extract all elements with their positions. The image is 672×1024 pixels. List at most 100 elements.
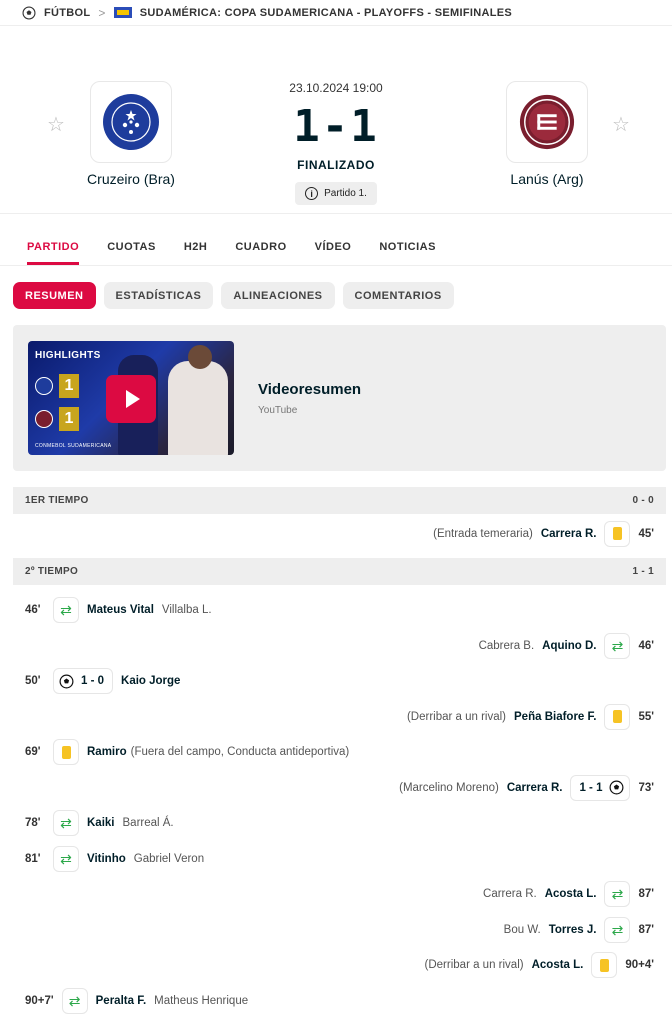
- home-team-logo[interactable]: [90, 81, 172, 163]
- incident-player[interactable]: Torres J.: [549, 924, 597, 936]
- second-half-label: 2º TIEMPO: [25, 565, 79, 577]
- incident-player[interactable]: Carrera R.: [541, 528, 597, 540]
- incident-row: 90+7' ⇄ Peralta F. Matheus Henrique: [0, 983, 672, 1019]
- second-half-score: 1 - 1: [632, 565, 654, 577]
- favorite-away-star-icon[interactable]: ☆: [612, 112, 630, 137]
- match-header: ☆ Cruzeiro (Bra) 23.10.2024 19:00 1-1 FI…: [0, 26, 672, 214]
- incident-player[interactable]: Aquino D.: [542, 640, 596, 652]
- substitution-icon: ⇄: [604, 916, 631, 943]
- info-icon: i: [305, 187, 319, 200]
- incident-secondary-player[interactable]: Cabrera B.: [479, 640, 535, 652]
- incident-detail: (Marcelino Moreno): [399, 781, 499, 794]
- incident-minute: 46': [25, 604, 41, 617]
- video-thumbnail[interactable]: HIGHLIGHTS 1 1 CONMEBOL SUDAMERICANA: [28, 341, 234, 455]
- incident-secondary-player[interactable]: Carrera R.: [483, 888, 537, 900]
- chevron-right-icon: >: [98, 5, 106, 20]
- breadcrumb-sport[interactable]: FÚTBOL: [44, 7, 90, 19]
- incident-row: Cabrera B. Aquino D. ⇄ 46': [0, 628, 672, 664]
- incident-row: (Entrada temeraria) Carrera R. 45': [0, 516, 672, 552]
- incident-player[interactable]: Ramiro: [87, 746, 127, 758]
- incident-player[interactable]: Acosta L.: [532, 959, 584, 971]
- incident-row: 46' ⇄ Mateus Vital Villalba L.: [0, 593, 672, 629]
- lanus-crest-icon: [519, 94, 575, 150]
- incident-minute: 73': [638, 781, 654, 794]
- incident-player[interactable]: Peralta F.: [96, 995, 147, 1007]
- incident-secondary-player[interactable]: Villalba L.: [162, 604, 212, 616]
- thumbnail-home-row: 1: [35, 374, 85, 398]
- first-half-score: 0 - 0: [632, 495, 654, 506]
- incident-minute: 45': [638, 527, 654, 540]
- soccer-ball-icon: [22, 5, 36, 20]
- video-title[interactable]: Videoresumen: [258, 381, 361, 398]
- substitution-icon: ⇄: [53, 597, 79, 624]
- soccer-ball-icon: [609, 780, 624, 795]
- incident-minute: 87': [638, 923, 654, 936]
- incident-player[interactable]: Mateus Vital: [87, 604, 154, 616]
- soccer-ball-icon: [59, 674, 74, 689]
- yellow-card-icon: [604, 520, 631, 547]
- incident-minute: 90+7': [25, 994, 54, 1007]
- match-info-chip[interactable]: i Partido 1.: [295, 182, 377, 205]
- incident-minute: 81': [25, 852, 41, 865]
- home-team-name[interactable]: Cruzeiro (Bra): [56, 171, 206, 187]
- first-half-label: 1ER TIEMPO: [25, 495, 89, 506]
- incident-detail: (Derribar a un rival): [406, 710, 507, 723]
- video-source: YouTube: [258, 405, 298, 416]
- subtab-resumen[interactable]: RESUMEN: [13, 282, 96, 309]
- incident-player[interactable]: Carrera R.: [507, 782, 563, 794]
- incident-detail: (Fuera del campo, Conducta antideportiva…: [130, 746, 350, 759]
- tab-noticias[interactable]: NOTICIAS: [379, 226, 436, 265]
- incident-minute: 55': [638, 710, 654, 723]
- incident-secondary-player[interactable]: Bou W.: [504, 924, 541, 936]
- substitution-icon: ⇄: [61, 987, 88, 1014]
- second-half-header: 2º TIEMPO 1 - 1: [13, 557, 666, 585]
- away-team-logo[interactable]: [506, 81, 588, 163]
- thumbnail-away-score: 1: [59, 407, 79, 431]
- cruzeiro-crest-icon: [103, 94, 159, 150]
- tab-h2h[interactable]: H2H: [184, 226, 208, 265]
- thumbnail-away-row: 1: [35, 407, 85, 431]
- goal-score: 1 - 1: [579, 781, 603, 794]
- incident-player[interactable]: Kaio Jorge: [121, 675, 180, 687]
- incident-player[interactable]: Vitinho: [87, 853, 126, 865]
- goal-chip: 1 - 1: [570, 774, 631, 801]
- incident-row: Carrera R. Acosta L. ⇄ 87': [0, 877, 672, 913]
- match-status: FINALIZADO: [297, 158, 375, 172]
- subtab-alineaciones[interactable]: ALINEACIONES: [221, 282, 335, 309]
- thumbnail-brand: CONMEBOL SUDAMERICANA: [35, 443, 112, 449]
- incident-row: 50' 1 - 0 Kaio Jorge: [0, 664, 672, 700]
- incident-player[interactable]: Peña Biafore F.: [514, 711, 596, 723]
- tab-cuotas[interactable]: CUOTAS: [107, 226, 156, 265]
- incident-secondary-player[interactable]: Matheus Henrique: [154, 995, 248, 1007]
- tab-partido[interactable]: PARTIDO: [27, 226, 80, 265]
- incident-secondary-player[interactable]: Barreal Á.: [123, 817, 174, 829]
- incident-minute: 46': [638, 639, 654, 652]
- play-icon[interactable]: [106, 375, 156, 423]
- breadcrumb: FÚTBOL > SUDAMÉRICA: COPA SUDAMERICANA -…: [0, 0, 672, 26]
- subtab-comentarios[interactable]: COMENTARIOS: [342, 282, 454, 309]
- incident-player[interactable]: Acosta L.: [545, 888, 597, 900]
- incident-secondary-player[interactable]: Gabriel Veron: [134, 853, 204, 865]
- incident-row: (Derribar a un rival) Peña Biafore F. 55…: [0, 699, 672, 735]
- substitution-icon: ⇄: [604, 632, 631, 659]
- home-team[interactable]: Cruzeiro (Bra): [56, 81, 206, 187]
- incident-player[interactable]: Kaiki: [87, 817, 115, 829]
- away-team-name[interactable]: Lanús (Arg): [472, 171, 622, 187]
- yellow-card-icon: [604, 703, 631, 730]
- breadcrumb-competition[interactable]: SUDAMÉRICA: COPA SUDAMERICANA - PLAYOFFS…: [140, 7, 512, 19]
- substitution-icon: ⇄: [53, 845, 79, 872]
- video-summary-card[interactable]: HIGHLIGHTS 1 1 CONMEBOL SUDAMERICANA Vid…: [13, 325, 666, 471]
- tab-video[interactable]: VÍDEO: [315, 226, 352, 265]
- incident-row: 78' ⇄ Kaiki Barreal Á.: [0, 806, 672, 842]
- tab-cuadro[interactable]: CUADRO: [235, 226, 286, 265]
- match-date: 23.10.2024 19:00: [289, 81, 383, 95]
- substitution-icon: ⇄: [53, 810, 79, 837]
- away-team[interactable]: Lanús (Arg): [472, 81, 622, 187]
- subtab-estadisticas[interactable]: ESTADÍSTICAS: [103, 282, 214, 309]
- goal-score: 1 - 0: [81, 675, 105, 688]
- lanus-crest-icon: [35, 410, 53, 428]
- incident-minute: 87': [638, 888, 654, 901]
- match-tabs: PARTIDO CUOTAS H2H CUADRO VÍDEO NOTICIAS: [0, 226, 672, 266]
- incident-minute: 78': [25, 817, 41, 830]
- cruzeiro-crest-icon: [35, 377, 53, 395]
